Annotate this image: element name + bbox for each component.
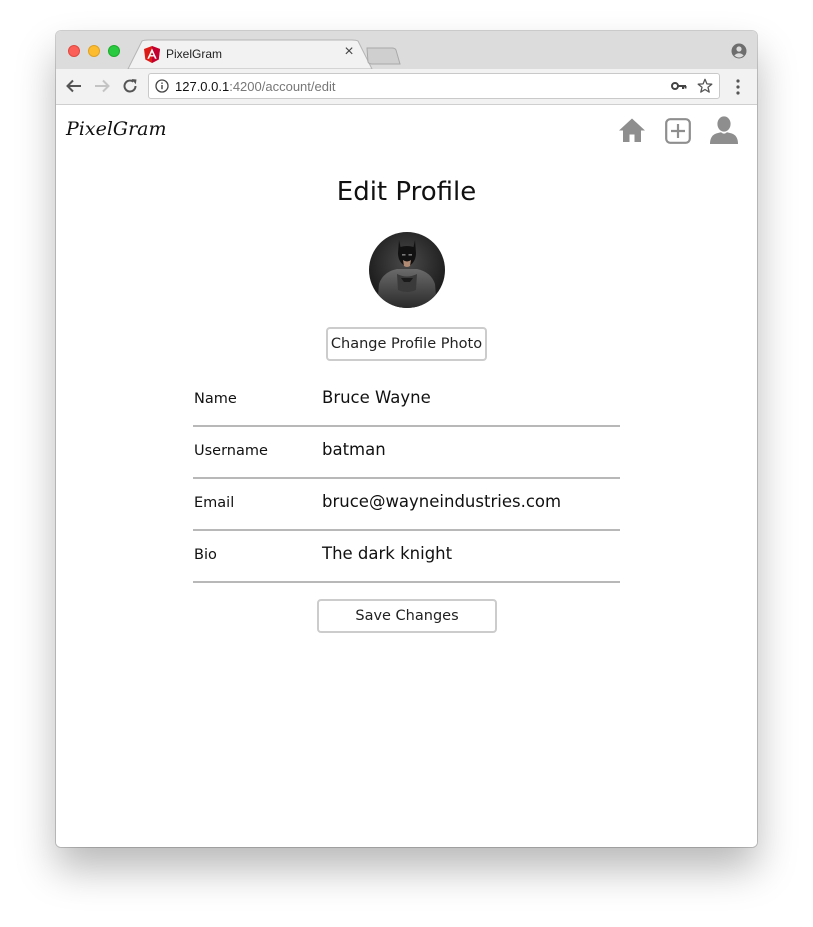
add-post-icon[interactable] <box>665 118 691 144</box>
email-field-row: Email bruce@wayneindustries.com <box>193 479 620 531</box>
key-icon[interactable] <box>671 80 687 92</box>
reload-icon[interactable] <box>121 77 139 95</box>
star-icon[interactable] <box>697 78 713 94</box>
page-content: PixelGram Edit Profile Change Profile Ph… <box>56 105 757 847</box>
save-changes-button[interactable]: Save Changes <box>317 599 497 633</box>
browser-toolbar: 127.0.0.1:4200/account/edit <box>56 69 757 105</box>
profile-avatar <box>369 232 445 308</box>
tab-title: PixelGram <box>166 47 223 61</box>
url-path: :4200/account/edit <box>229 79 336 94</box>
tab-close-icon[interactable]: × <box>342 44 356 60</box>
email-label: Email <box>194 495 235 511</box>
info-icon[interactable] <box>155 79 169 93</box>
user-icon[interactable] <box>709 116 739 145</box>
email-input[interactable]: bruce@wayneindustries.com <box>322 492 561 511</box>
bio-label: Bio <box>194 547 217 563</box>
back-arrow-icon[interactable] <box>65 77 83 95</box>
tab-strip: PixelGram × <box>56 31 757 69</box>
home-icon[interactable] <box>618 117 646 143</box>
address-bar[interactable]: 127.0.0.1:4200/account/edit <box>148 73 720 99</box>
bio-input[interactable]: The dark knight <box>322 544 452 563</box>
url-text[interactable]: 127.0.0.1:4200/account/edit <box>175 79 335 94</box>
vertical-dots-icon[interactable] <box>735 78 741 96</box>
batman-portrait-image <box>369 232 445 308</box>
forward-arrow-icon[interactable] <box>93 77 111 95</box>
brand-logo[interactable]: PixelGram <box>66 118 167 140</box>
name-input[interactable]: Bruce Wayne <box>322 388 431 407</box>
angular-logo-icon <box>144 46 160 63</box>
bio-field-row: Bio The dark knight <box>193 531 620 583</box>
change-profile-photo-button[interactable]: Change Profile Photo <box>326 327 487 361</box>
username-input[interactable]: batman <box>322 440 386 459</box>
username-field-row: Username batman <box>193 427 620 479</box>
name-label: Name <box>194 391 237 407</box>
page-title: Edit Profile <box>336 177 477 207</box>
url-host: 127.0.0.1 <box>175 79 230 94</box>
username-label: Username <box>194 443 268 459</box>
profile-circle-icon[interactable] <box>731 43 747 59</box>
browser-window: PixelGram × 127.0.0.1:4200/account/edit … <box>56 31 757 847</box>
new-tab-button[interactable] <box>366 47 402 65</box>
name-field-row: Name Bruce Wayne <box>193 375 620 427</box>
